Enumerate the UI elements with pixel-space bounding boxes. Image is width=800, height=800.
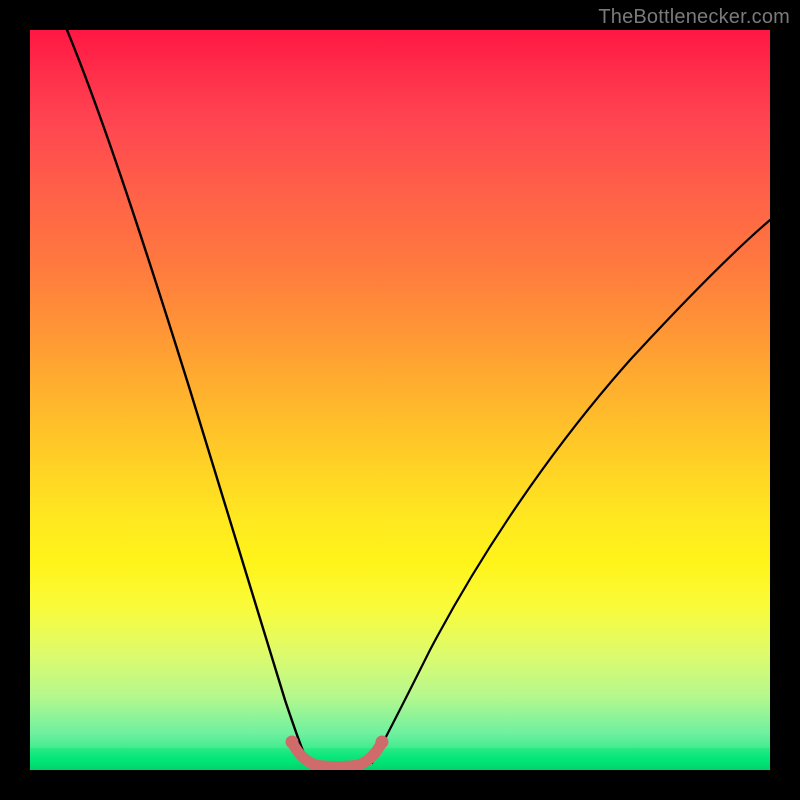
- highlight-endcap-left: [286, 736, 299, 749]
- chart-plot-area: [30, 30, 770, 770]
- left-curve: [67, 30, 308, 763]
- watermark-text: TheBottlenecker.com: [598, 6, 790, 29]
- right-curve: [372, 220, 770, 763]
- highlight-endcap-right: [376, 736, 389, 749]
- chart-curve-layer: [30, 30, 770, 770]
- chart-stage: TheBottlenecker.com: [0, 0, 800, 800]
- bottom-highlight-curve: [292, 742, 382, 767]
